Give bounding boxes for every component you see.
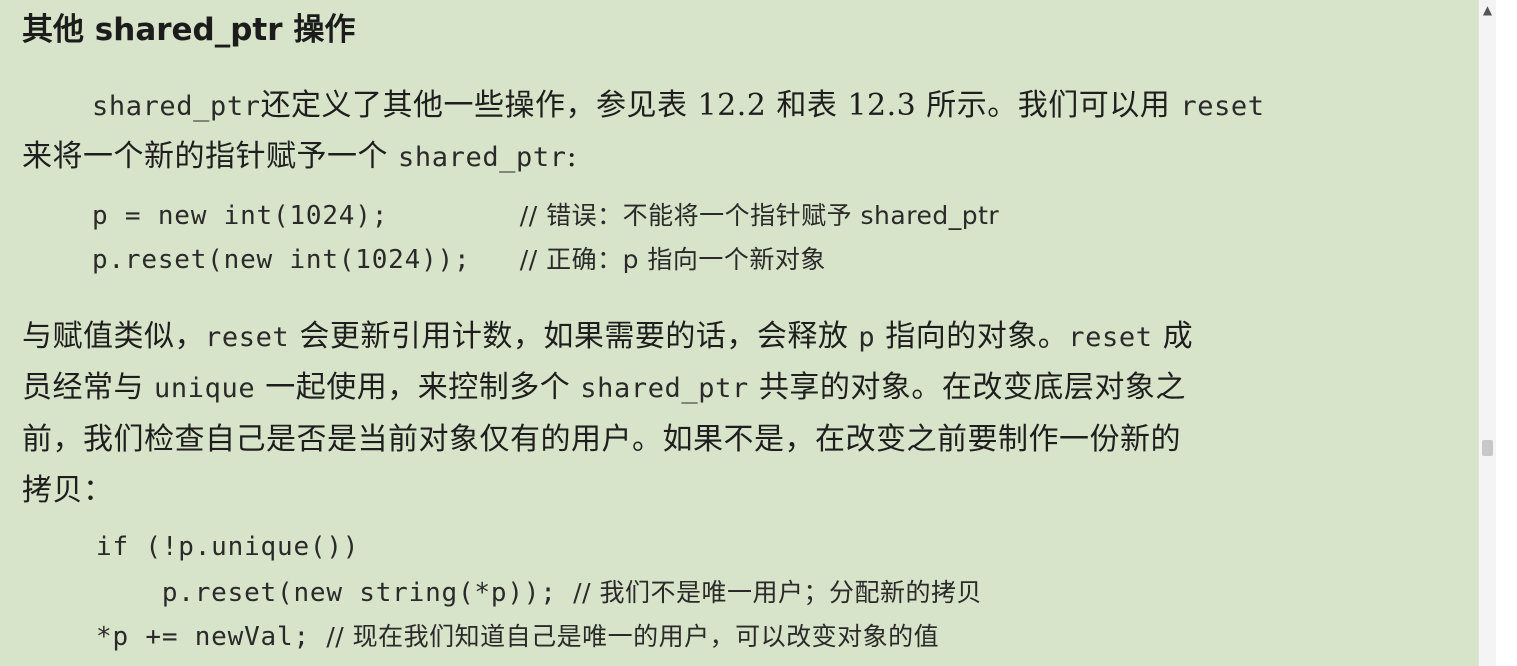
code-comment: // 错误：不能将一个指针赋予 shared_ptr bbox=[519, 201, 1000, 230]
inline-code: shared_ptr bbox=[92, 91, 261, 122]
inline-code: reset bbox=[1068, 322, 1153, 353]
scroll-up-icon[interactable]: ▲ bbox=[1479, 0, 1496, 20]
paragraph-2-line-4: 拷贝： bbox=[22, 473, 114, 508]
code-comment: // 我们不是唯一用户；分配新的拷贝 bbox=[573, 578, 982, 607]
vertical-scrollbar[interactable]: ▲ bbox=[1478, 0, 1496, 666]
paragraph-text: 来将一个新的指针赋予一个 bbox=[22, 139, 388, 174]
paragraph-text: 成 bbox=[1162, 319, 1194, 354]
paragraph-text: 会更新引用计数，如果需要的话，会释放 bbox=[299, 319, 849, 354]
code-line: p.reset(new string(*p)); // 我们不是唯一用户；分配新… bbox=[96, 573, 982, 609]
code-line: p = new int(1024); // 错误：不能将一个指针赋予 share… bbox=[92, 196, 999, 232]
inline-code: reset bbox=[205, 322, 290, 353]
inline-code: shared_ptr bbox=[398, 142, 567, 173]
paragraph-1-line-1: shared_ptr还定义了其他一些操作，参见表 12.2 和表 12.3 所示… bbox=[92, 80, 1265, 124]
code-line: *p += newVal; // 现在我们知道自己是唯一的用户，可以改变对象的值 bbox=[96, 617, 939, 653]
paragraph-text: 员经常与 bbox=[22, 370, 144, 405]
scrollbar-thumb[interactable] bbox=[1482, 440, 1493, 456]
paragraph-text: 还定义了其他一些操作，参见表 12.2 和表 12.3 所示。我们可以用 bbox=[260, 88, 1171, 123]
paragraph-text: : bbox=[566, 139, 578, 174]
paragraph-2-line-2: 员经常与 unique 一起使用，来控制多个 shared_ptr 共享的对象。… bbox=[22, 362, 1186, 406]
code-text: *p += newVal; bbox=[96, 622, 327, 652]
paragraph-2-line-1: 与赋值类似，reset 会更新引用计数，如果需要的话，会释放 p 指向的对象。r… bbox=[22, 311, 1193, 355]
document-page: 其他 shared_ptr 操作 shared_ptr还定义了其他一些操作，参见… bbox=[0, 0, 1478, 666]
code-line: if (!p.unique()) bbox=[96, 532, 359, 562]
code-text: p.reset(new int(1024)); bbox=[92, 245, 520, 275]
section-heading: 其他 shared_ptr 操作 bbox=[22, 12, 356, 48]
inline-code: unique bbox=[154, 373, 256, 404]
code-comment: // 现在我们知道自己是唯一的用户，可以改变对象的值 bbox=[326, 622, 940, 651]
paragraph-text: 一起使用，来控制多个 bbox=[265, 370, 571, 405]
paragraph-text: 与赋值类似， bbox=[22, 319, 205, 354]
code-comment: // 正确：p 指向一个新对象 bbox=[519, 245, 826, 274]
paragraph-text: 共享的对象。在改变底层对象之 bbox=[758, 370, 1186, 405]
code-text: if (!p.unique()) bbox=[96, 532, 360, 562]
inline-code: p bbox=[858, 322, 876, 353]
inline-code: shared_ptr bbox=[580, 373, 749, 404]
paragraph-text: 指向的对象。 bbox=[885, 319, 1069, 354]
code-text: p.reset(new string(*p)); bbox=[96, 578, 574, 608]
code-line: p.reset(new int(1024)); // 正确：p 指向一个新对象 bbox=[92, 240, 826, 276]
inline-code: reset bbox=[1180, 91, 1265, 122]
paragraph-1-line-2: 来将一个新的指针赋予一个 shared_ptr: bbox=[22, 131, 577, 175]
window-margin bbox=[1496, 0, 1517, 666]
code-text: p = new int(1024); bbox=[92, 201, 520, 231]
paragraph-2-line-3: 前，我们检查自己是否是当前对象仅有的用户。如果不是，在改变之前要制作一份新的 bbox=[22, 422, 1181, 457]
